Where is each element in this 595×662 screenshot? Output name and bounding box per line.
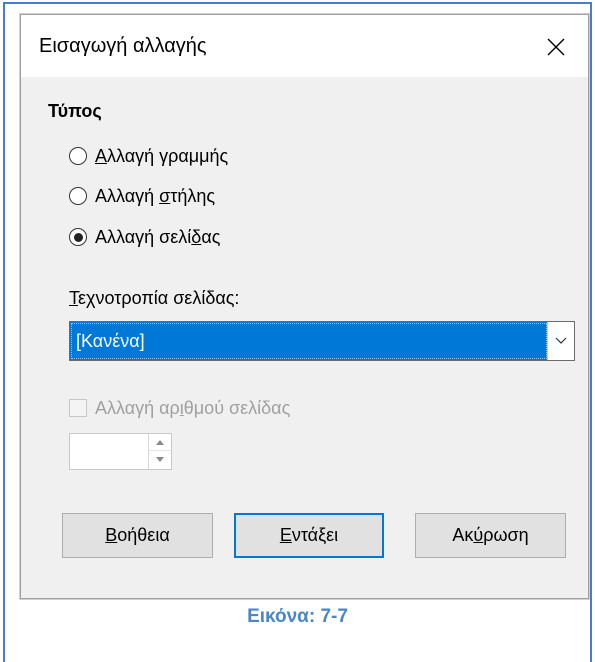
page-style-select[interactable]: [Κανένα] <box>69 321 575 361</box>
radio-circle[interactable] <box>69 147 87 165</box>
ok-button-label: Εντάξει <box>279 525 339 545</box>
change-page-number-checkbox[interactable]: Αλλαγή αριθμού σελίδας <box>69 395 290 421</box>
help-button[interactable]: Βοήθεια <box>62 513 213 558</box>
page-break-radio[interactable]: Αλλαγή σελίδας <box>69 223 220 251</box>
type-section-label: Τύπος <box>48 101 102 121</box>
chevron-down-icon <box>555 337 567 344</box>
page-break-label: Αλλαγή σελίδας <box>95 226 221 247</box>
help-button-label: Βοήθεια <box>105 525 170 545</box>
title-bar: Εισαγωγή αλλαγής <box>21 15 588 77</box>
triangle-up-icon <box>156 439 164 445</box>
close-icon <box>547 38 565 56</box>
checkbox-box[interactable] <box>69 399 87 417</box>
figure-caption: Εικόνα: 7-7 <box>247 606 348 627</box>
dropdown-button[interactable] <box>547 322 574 360</box>
radio-circle[interactable] <box>69 187 87 205</box>
spin-up-button[interactable] <box>149 434 171 451</box>
page-style-value: [Κανένα] <box>76 331 145 351</box>
page-style-label: Τεχνοτροπία σελίδας: <box>69 288 240 308</box>
page-number-spinbox[interactable] <box>69 433 172 470</box>
line-break-label: Αλλαγή γραμμής <box>95 145 229 166</box>
ok-button[interactable]: Εντάξει <box>234 513 384 558</box>
column-break-radio[interactable]: Αλλαγή στήλης <box>69 182 215 210</box>
change-page-number-label: Αλλαγή αριθμού σελίδας <box>95 397 291 418</box>
column-break-label: Αλλαγή στήλης <box>95 185 216 206</box>
close-button[interactable] <box>538 29 574 65</box>
spin-buttons <box>148 434 171 469</box>
dialog-title: Εισαγωγή αλλαγής <box>39 35 207 57</box>
radio-dot <box>73 232 83 242</box>
cancel-button[interactable]: Ακύρωση <box>415 513 566 558</box>
spin-down-button[interactable] <box>149 451 171 468</box>
line-break-radio[interactable]: Αλλαγή γραμμής <box>69 142 228 170</box>
radio-circle-selected[interactable] <box>69 228 87 246</box>
triangle-down-icon <box>156 457 164 462</box>
insert-break-dialog: Εισαγωγή αλλαγής Τύπος Αλλαγή γραμμής Αλ… <box>20 14 589 599</box>
cancel-button-label: Ακύρωση <box>452 525 529 545</box>
